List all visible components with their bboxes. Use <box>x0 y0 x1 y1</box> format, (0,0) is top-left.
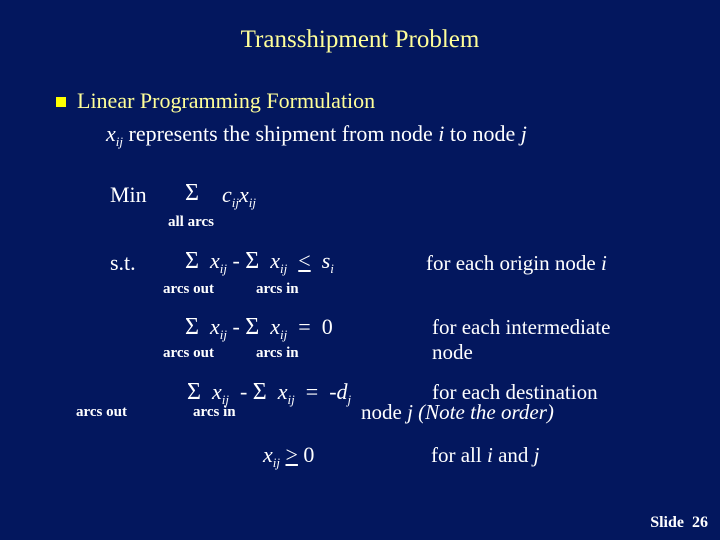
note-var: i <box>600 251 607 275</box>
var-sub: ij <box>115 134 123 149</box>
obj-x: x <box>239 182 249 207</box>
demand-sub: j <box>347 392 352 407</box>
note-text: for all <box>431 443 487 467</box>
def-text-b: to node <box>444 121 521 146</box>
sigma-symbol: Σ <box>185 248 199 274</box>
sigma-symbol: Σ <box>245 248 260 274</box>
x-sub: ij <box>219 261 227 276</box>
x-var: x <box>209 314 220 339</box>
sigma-symbol: Σ <box>185 314 199 340</box>
x-sub: ij <box>272 455 280 470</box>
rhs-zero: 0 <box>321 314 333 339</box>
def-j: j <box>520 121 527 146</box>
sigma-symbol: Σ <box>185 180 199 206</box>
arcs-out-label: arcs out <box>163 281 214 297</box>
cost-sub: ij <box>231 195 239 210</box>
def-text-a: represents the shipment from node <box>123 121 439 146</box>
intermediate-note-line2: node <box>432 340 473 364</box>
arcs-out-label: arcs out <box>163 345 214 361</box>
note-order: (Note the order) <box>412 400 554 424</box>
x-sub: ij <box>287 392 295 407</box>
eq-operator: = <box>305 379 319 404</box>
minus: - <box>232 314 240 339</box>
bullet-heading: Linear Programming Formulation <box>77 88 376 113</box>
min-label: Min <box>110 182 147 207</box>
arcs-out-label: arcs out <box>76 404 127 420</box>
x-sub: ij <box>219 327 227 342</box>
sigma-symbol: Σ <box>252 379 267 405</box>
supply-s: s <box>321 248 331 273</box>
geq-operator: > <box>285 442 298 467</box>
arcs-in-label: arcs in <box>256 345 299 361</box>
cost-c: c <box>222 182 232 207</box>
slide-number: Slide 26 <box>650 514 708 532</box>
sigma-symbol: Σ <box>245 314 260 340</box>
destination-note-line2: node j (Note the order) <box>361 400 554 425</box>
all-arcs-label: all arcs <box>168 214 214 230</box>
st-label: s.t. <box>110 250 136 275</box>
x-var: x <box>263 442 273 467</box>
minus: - <box>232 248 240 273</box>
obj-x-sub: ij <box>248 195 256 210</box>
sigma-symbol: Σ <box>187 379 201 405</box>
origin-note: for each origin node i <box>426 251 607 276</box>
x-var: x <box>211 379 222 404</box>
intermediate-constraint: Σ xij - Σ xij = 0 <box>185 314 333 343</box>
slide-title: Transshipment Problem <box>240 26 480 53</box>
x-var: x <box>270 248 281 273</box>
origin-constraint: Σ xij - Σ xij < si <box>185 248 334 277</box>
slide-number-value: 26 <box>692 514 708 531</box>
note-text: node <box>361 400 408 424</box>
note-j: j <box>533 443 540 467</box>
intermediate-note-line1: for each intermediate <box>432 315 611 339</box>
slide-label: Slide <box>650 514 684 531</box>
x-var: x <box>209 248 220 273</box>
arcs-in-label: arcs in <box>193 404 236 420</box>
note-text: for each origin node <box>426 251 601 275</box>
arcs-in-label: arcs in <box>256 281 299 297</box>
minus: - <box>239 379 248 404</box>
x-sub: ij <box>280 261 288 276</box>
square-bullet-icon <box>56 97 66 107</box>
leq-operator: < <box>298 248 311 273</box>
demand-d: -d <box>329 379 348 404</box>
x-var: x <box>270 314 281 339</box>
nonnegativity-constraint: xij > 0 <box>263 442 314 471</box>
variable-definition: xij represents the shipment from node i … <box>106 121 527 150</box>
note-text: and <box>492 443 534 467</box>
x-sub: ij <box>280 327 288 342</box>
objective-expression: cijxij <box>222 182 256 211</box>
eq-operator: = <box>298 314 311 339</box>
rhs-zero: 0 <box>303 442 315 467</box>
x-var: x <box>277 379 288 404</box>
var-x: x <box>106 121 116 146</box>
supply-sub: i <box>330 261 334 276</box>
nonneg-note: for all i and j <box>431 443 540 468</box>
